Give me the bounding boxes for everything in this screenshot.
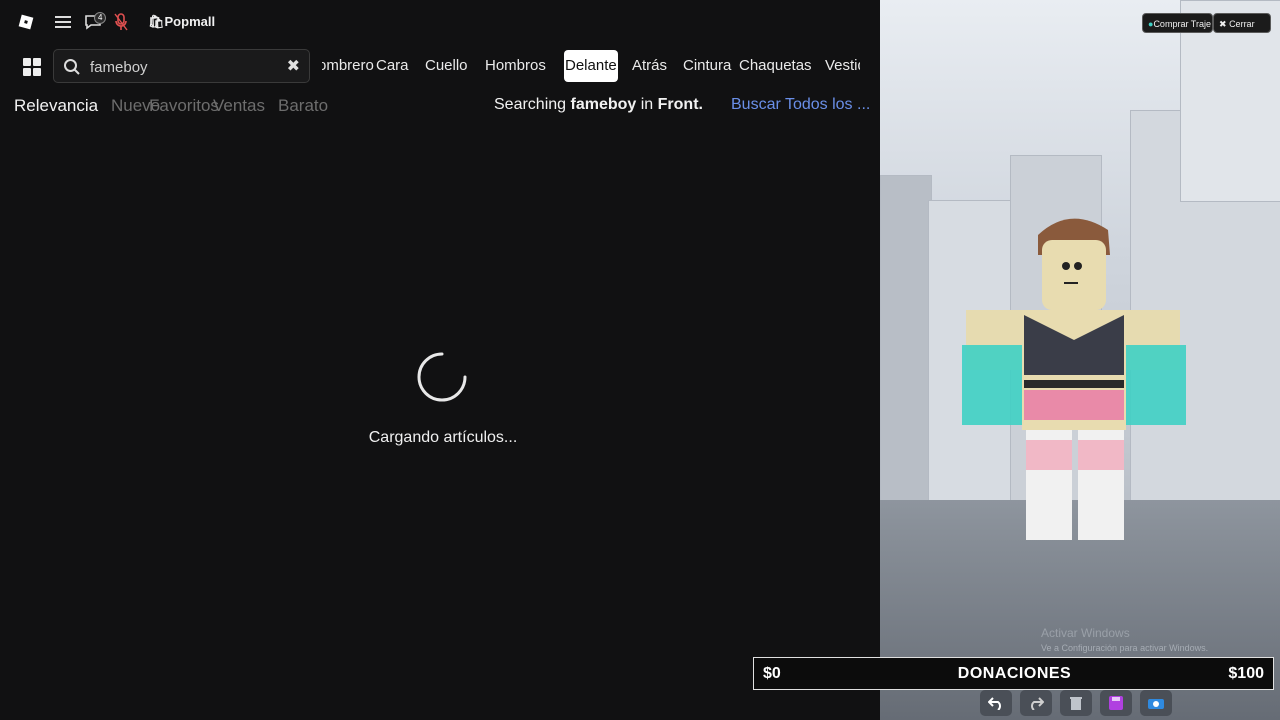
search-icon: [63, 58, 81, 81]
close-button[interactable]: ✖ Cerrar: [1213, 13, 1271, 33]
grid-icon: [23, 58, 41, 76]
save-icon[interactable]: [1100, 690, 1132, 716]
menu-icon[interactable]: [53, 12, 73, 32]
categories-grid-button[interactable]: [16, 51, 48, 83]
trash-icon[interactable]: [1060, 690, 1092, 716]
donations-bar[interactable]: DONACIONES $0 $100: [753, 657, 1274, 690]
category-tabs: Sombrero Cara Cuello Hombros Delante Atr…: [322, 50, 860, 82]
microphone-icon[interactable]: [111, 12, 131, 32]
tab-cara[interactable]: Cara: [376, 50, 409, 82]
redo-icon[interactable]: [1020, 690, 1052, 716]
search-box: ✖: [53, 49, 310, 83]
sort-favoritos[interactable]: Favoritos: [149, 96, 219, 116]
tab-atras[interactable]: Atrás: [632, 50, 667, 82]
editor-toolbar: [980, 690, 1180, 720]
tab-hombros[interactable]: Hombros: [485, 50, 546, 82]
search-input[interactable]: [88, 58, 282, 77]
tab-chaquetas[interactable]: Chaquetas: [739, 50, 812, 82]
search-all-link[interactable]: Buscar Todos los ...: [731, 96, 873, 114]
buy-outfit-button[interactable]: ●Comprar Traje: [1142, 13, 1213, 33]
donations-min: $0: [763, 665, 781, 682]
close-icon: ✖: [1219, 19, 1227, 29]
loading-spinner-icon: [417, 352, 467, 402]
clear-search-icon[interactable]: ✖: [287, 56, 300, 76]
windows-activation-title: Activar Windows: [1041, 626, 1130, 640]
avatar-preview[interactable]: ●Comprar Traje ✖ Cerrar: [880, 0, 1280, 720]
sort-ventas[interactable]: Ventas: [213, 96, 265, 116]
search-status: Searching fameboy in Front.: [494, 96, 703, 113]
app-title: 🛍︎Popmall: [148, 14, 216, 29]
windows-activation-subtitle: Ve a Configuración para activar Windows.: [1041, 643, 1209, 653]
tab-sombrero[interactable]: Sombrero: [322, 50, 374, 82]
sort-relevancia[interactable]: Relevancia: [14, 96, 98, 116]
bag-icon: 🛍︎: [148, 14, 165, 29]
camera-icon[interactable]: [1140, 690, 1172, 716]
tab-vestidos[interactable]: Vestidos: [825, 50, 860, 82]
loading-text: Cargando artículos...: [368, 429, 518, 446]
roblox-logo-icon[interactable]: [16, 12, 36, 32]
sort-barato[interactable]: Barato: [278, 96, 328, 116]
donations-label: DONACIONES: [957, 665, 1072, 682]
donations-max: $100: [1228, 665, 1264, 682]
top-bar: 4 🛍︎Popmall: [0, 0, 880, 44]
undo-icon[interactable]: [980, 690, 1012, 716]
tab-cuello[interactable]: Cuello: [425, 50, 468, 82]
notification-badge: 4: [94, 12, 107, 24]
tab-cintura[interactable]: Cintura: [683, 50, 731, 82]
tab-delante[interactable]: Delante: [564, 50, 618, 82]
avatar-character: [962, 218, 1186, 540]
